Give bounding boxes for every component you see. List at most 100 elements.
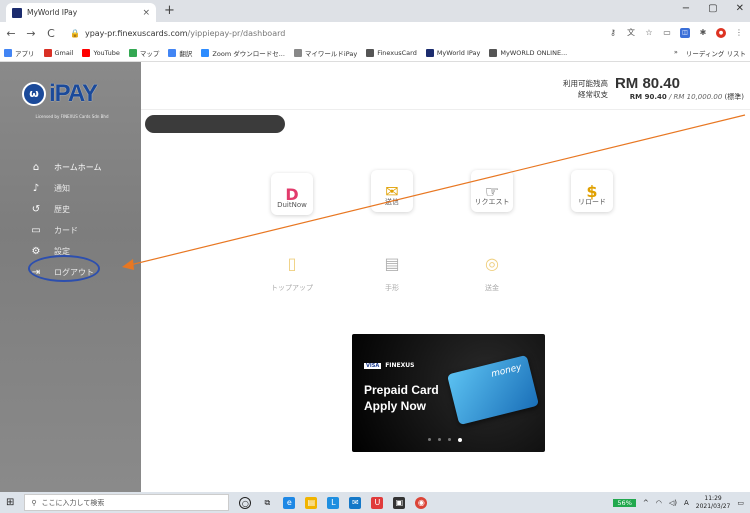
- phone-icon: ▯: [271, 242, 313, 284]
- youtube-icon: [82, 48, 91, 57]
- home-icon: ⌂: [32, 162, 40, 173]
- history-icon: ↺: [31, 204, 41, 215]
- windows-start-icon[interactable]: ⊞: [6, 497, 14, 508]
- tile-reload[interactable]: $ リロード: [571, 170, 613, 228]
- apps-grid-icon: [4, 48, 12, 57]
- sidebar-item-history[interactable]: ↺ 歴史: [30, 199, 102, 220]
- menu-dots-icon[interactable]: ⋮: [734, 28, 744, 38]
- balance-detail: RM 90.40 / RM 10,000.00 (標準): [630, 92, 744, 102]
- browser-tab[interactable]: MyWorld IPay ×: [6, 3, 156, 22]
- available-balance-label: 利用可能残高: [563, 79, 608, 88]
- sidebar-item-home[interactable]: ⌂ ホームホーム: [30, 157, 102, 178]
- tile-send[interactable]: ✉ 送信: [371, 170, 413, 228]
- bookmarks-overflow-button[interactable]: »: [674, 48, 678, 58]
- forward-icon[interactable]: →: [26, 27, 36, 40]
- sidebar-item-label: ホームホーム: [54, 163, 102, 172]
- ime-indicator[interactable]: A: [684, 499, 689, 507]
- finexus-logo: FINEXUS: [385, 362, 415, 369]
- mail-icon[interactable]: ✉: [349, 496, 362, 509]
- url-path: /yippiepay-pr/dashboard: [187, 28, 286, 38]
- cortana-icon[interactable]: ○: [239, 496, 252, 509]
- bookmark-translate[interactable]: 翻訳: [168, 48, 192, 58]
- file-explorer-icon[interactable]: ▤: [305, 496, 318, 509]
- line-icon[interactable]: L: [327, 496, 340, 509]
- site-favicon-icon: [12, 7, 22, 18]
- carousel-dot[interactable]: [438, 438, 441, 441]
- globe-icon: [489, 48, 498, 57]
- tile-bill[interactable]: ▤ 手形: [371, 242, 413, 300]
- bookmark-myworld-ipay[interactable]: MyWorld IPay: [425, 48, 480, 57]
- tile-label: 手形: [385, 284, 399, 292]
- network-icon[interactable]: ◠: [656, 499, 662, 507]
- carousel-dots: [428, 438, 462, 442]
- tile-request[interactable]: ☞ リクエスト: [471, 170, 513, 228]
- carousel-dot[interactable]: [428, 438, 431, 441]
- carousel-dot[interactable]: [448, 438, 451, 441]
- promo-banner[interactable]: VISA FINEXUS Prepaid Card Apply Now mone…: [352, 334, 545, 452]
- available-balance-amount: RM 80.40: [614, 75, 680, 92]
- sidebar-item-notifications[interactable]: ♪ 通知: [30, 178, 102, 199]
- tile-remittance[interactable]: ◎ 送金: [471, 242, 513, 300]
- sidebar-item-label: 通知: [54, 184, 70, 193]
- bookmarks-bar: アプリ Gmail YouTube マップ 翻訳 Zoom ダウンロードセ...…: [0, 44, 750, 62]
- bookmark-gmail[interactable]: Gmail: [43, 48, 73, 57]
- url-field[interactable]: 🔒 ypay-pr.finexuscards.com/yippiepay-pr/…: [66, 25, 598, 41]
- reading-list-button[interactable]: リーディング リスト: [686, 48, 746, 58]
- close-tab-icon[interactable]: ×: [142, 8, 150, 18]
- battery-indicator[interactable]: 56%: [613, 498, 636, 507]
- address-bar-row: ← → C 🔒 ypay-pr.finexuscards.com/yippiep…: [0, 22, 750, 44]
- sidebar-item-label: 歴史: [54, 205, 70, 214]
- reload-icon[interactable]: C: [46, 27, 56, 40]
- puzzle-icon[interactable]: ✱: [698, 28, 708, 38]
- notification-center-icon[interactable]: ▭: [737, 499, 744, 507]
- tab-title: MyWorld IPay: [27, 8, 78, 17]
- tile-label: 送金: [485, 284, 499, 292]
- volume-icon[interactable]: ◁): [669, 499, 677, 507]
- app-icon[interactable]: U: [371, 496, 384, 509]
- new-tab-button[interactable]: +: [164, 3, 175, 18]
- extension-icons: ⚷ 文 ☆ ▭ ◫ ✱ ● ⋮: [608, 28, 744, 38]
- cast-icon[interactable]: ▭: [662, 28, 672, 38]
- globe-icon: [366, 48, 375, 57]
- back-icon[interactable]: ←: [6, 27, 16, 40]
- taskbar-search-field[interactable]: ⚲ ここに入力して検索: [24, 494, 230, 511]
- minimize-button[interactable]: −: [682, 3, 690, 14]
- carousel-dot-active[interactable]: [458, 438, 462, 442]
- tile-topup[interactable]: ▯ トップアップ: [271, 242, 313, 300]
- ipay-logo[interactable]: ω iPAY: [22, 80, 98, 108]
- maximize-button[interactable]: ▢: [708, 3, 717, 14]
- task-view-icon[interactable]: ⧉: [261, 497, 273, 509]
- bookmark-myworld-online[interactable]: MyWORLD ONLINE...: [489, 48, 567, 57]
- clock[interactable]: 11:29 2021/03/27: [696, 495, 731, 511]
- star-icon[interactable]: ☆: [644, 28, 654, 38]
- bookmark-youtube[interactable]: YouTube: [82, 48, 120, 57]
- bookmark-myworld-ipay-jp[interactable]: マイワールドiPay: [293, 48, 357, 58]
- clock-date: 2021/03/27: [695, 502, 731, 510]
- sidebar-item-card[interactable]: ▭ カード: [30, 220, 102, 241]
- bookmark-finexuscard[interactable]: FinexusCard: [366, 48, 417, 57]
- translate-icon[interactable]: 文: [626, 28, 636, 38]
- chrome-icon[interactable]: ◉: [415, 496, 428, 509]
- edge-icon[interactable]: e: [283, 496, 296, 509]
- promo-brand: VISA FINEXUS: [364, 362, 414, 369]
- bookmark-apps[interactable]: アプリ: [4, 48, 35, 58]
- maps-icon: [128, 48, 137, 57]
- sidebar: ω iPAY Licensed by FINEXUS Cards Sdn Bhd…: [0, 62, 141, 492]
- window-controls: − ▢ ✕: [682, 3, 744, 14]
- search-icon: ⚲: [31, 498, 37, 507]
- store-icon[interactable]: ▣: [393, 496, 406, 509]
- tile-label: リロード: [578, 198, 606, 206]
- profile-avatar-icon[interactable]: ●: [716, 28, 726, 38]
- bookmark-zoom[interactable]: Zoom ダウンロードセ...: [201, 48, 285, 58]
- bookmark-maps[interactable]: マップ: [128, 48, 159, 58]
- tile-label: トップアップ: [271, 284, 313, 292]
- clock-time: 11:29: [704, 494, 722, 502]
- tray-chevron-icon[interactable]: ^: [643, 499, 649, 507]
- gear-icon: ⚙: [31, 246, 41, 257]
- key-icon[interactable]: ⚷: [608, 28, 618, 38]
- close-window-button[interactable]: ✕: [736, 3, 744, 14]
- tile-duitnow[interactable]: D DuitNow: [271, 173, 313, 231]
- extension-icon[interactable]: ◫: [680, 28, 690, 38]
- annotation-ellipse: [28, 255, 100, 282]
- gmail-icon: [43, 48, 52, 57]
